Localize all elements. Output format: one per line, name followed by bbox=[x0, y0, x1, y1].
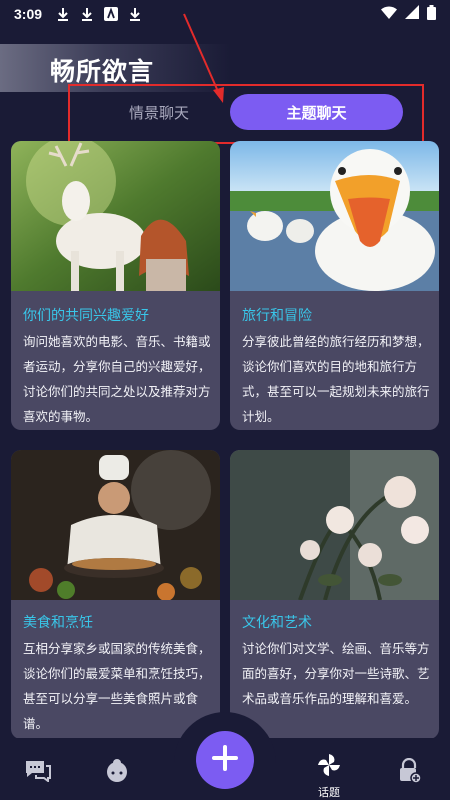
topic-card-food[interactable]: 美食和烹饪 互相分享家乡或国家的传统美食，谈论你们的最爱菜单和烹饪技巧，甚至可以… bbox=[11, 450, 220, 739]
download-icon bbox=[56, 7, 70, 21]
card-title: 你们的共同兴趣爱好 bbox=[23, 308, 149, 324]
tab-scenario-chat[interactable]: 情景聊天 bbox=[74, 94, 244, 130]
topic-card-culture[interactable]: 文化和艺术 讨论你们对文学、绘画、音乐等方面的喜好，分享你对一些诗歌、艺术品或音… bbox=[230, 450, 439, 739]
card-description: 讨论你们对文学、绘画、音乐等方面的喜好，分享你对一些诗歌、艺术品或音乐作品的理解… bbox=[242, 641, 430, 706]
download-icon bbox=[128, 7, 142, 21]
card-description: 询问她喜欢的电影、音乐、书籍或者运动，分享你自己的兴趣爱好，讨论你们的共同之处以… bbox=[23, 334, 211, 424]
card-image-chef bbox=[11, 450, 220, 600]
nav-topics[interactable]: 话题 bbox=[316, 752, 342, 800]
download-icon bbox=[80, 7, 94, 21]
card-title: 旅行和冒险 bbox=[242, 308, 312, 324]
add-button[interactable] bbox=[196, 731, 254, 789]
avatar-icon bbox=[104, 758, 130, 788]
battery-icon bbox=[427, 4, 436, 24]
chat-mode-tabs: 情景聊天 主题聊天 bbox=[74, 92, 414, 132]
card-title: 文化和艺术 bbox=[242, 615, 312, 631]
card-description: 互相分享家乡或国家的传统美食，谈论你们的最爱菜单和烹饪技巧，甚至可以分享一些美食… bbox=[23, 641, 211, 731]
topic-card-hobbies[interactable]: 你们的共同兴趣爱好 询问她喜欢的电影、音乐、书籍或者运动，分享你自己的兴趣爱好，… bbox=[11, 141, 220, 430]
plus-icon bbox=[210, 743, 240, 777]
page-title: 畅所欲言 bbox=[50, 57, 155, 86]
nav-chat[interactable] bbox=[24, 758, 52, 786]
topic-card-travel[interactable]: 旅行和冒险 分享彼此曾经的旅行经历和梦想，谈论你们喜欢的目的地和旅行方式，甚至可… bbox=[230, 141, 439, 430]
wifi-icon bbox=[381, 5, 397, 23]
nav-store[interactable] bbox=[396, 757, 422, 788]
card-title: 美食和烹饪 bbox=[23, 615, 93, 631]
card-image-deer-woman bbox=[11, 141, 220, 291]
app-notification-icon bbox=[104, 7, 119, 21]
status-time: 3:09 bbox=[14, 6, 43, 22]
chat-bubbles-icon bbox=[24, 758, 52, 786]
card-image-ducks bbox=[230, 141, 439, 291]
signal-icon bbox=[405, 5, 419, 23]
tab-topic-chat[interactable]: 主题聊天 bbox=[230, 94, 403, 130]
nav-character[interactable] bbox=[104, 758, 130, 788]
card-description: 分享彼此曾经的旅行经历和梦想，谈论你们喜欢的目的地和旅行方式，甚至可以一起规划未… bbox=[242, 334, 430, 424]
status-bar: 3:09 bbox=[0, 0, 450, 28]
nav-topics-label: 话题 bbox=[318, 786, 340, 799]
card-image-roses bbox=[230, 450, 439, 600]
lock-bag-icon bbox=[396, 757, 422, 788]
pinwheel-icon bbox=[316, 752, 342, 782]
